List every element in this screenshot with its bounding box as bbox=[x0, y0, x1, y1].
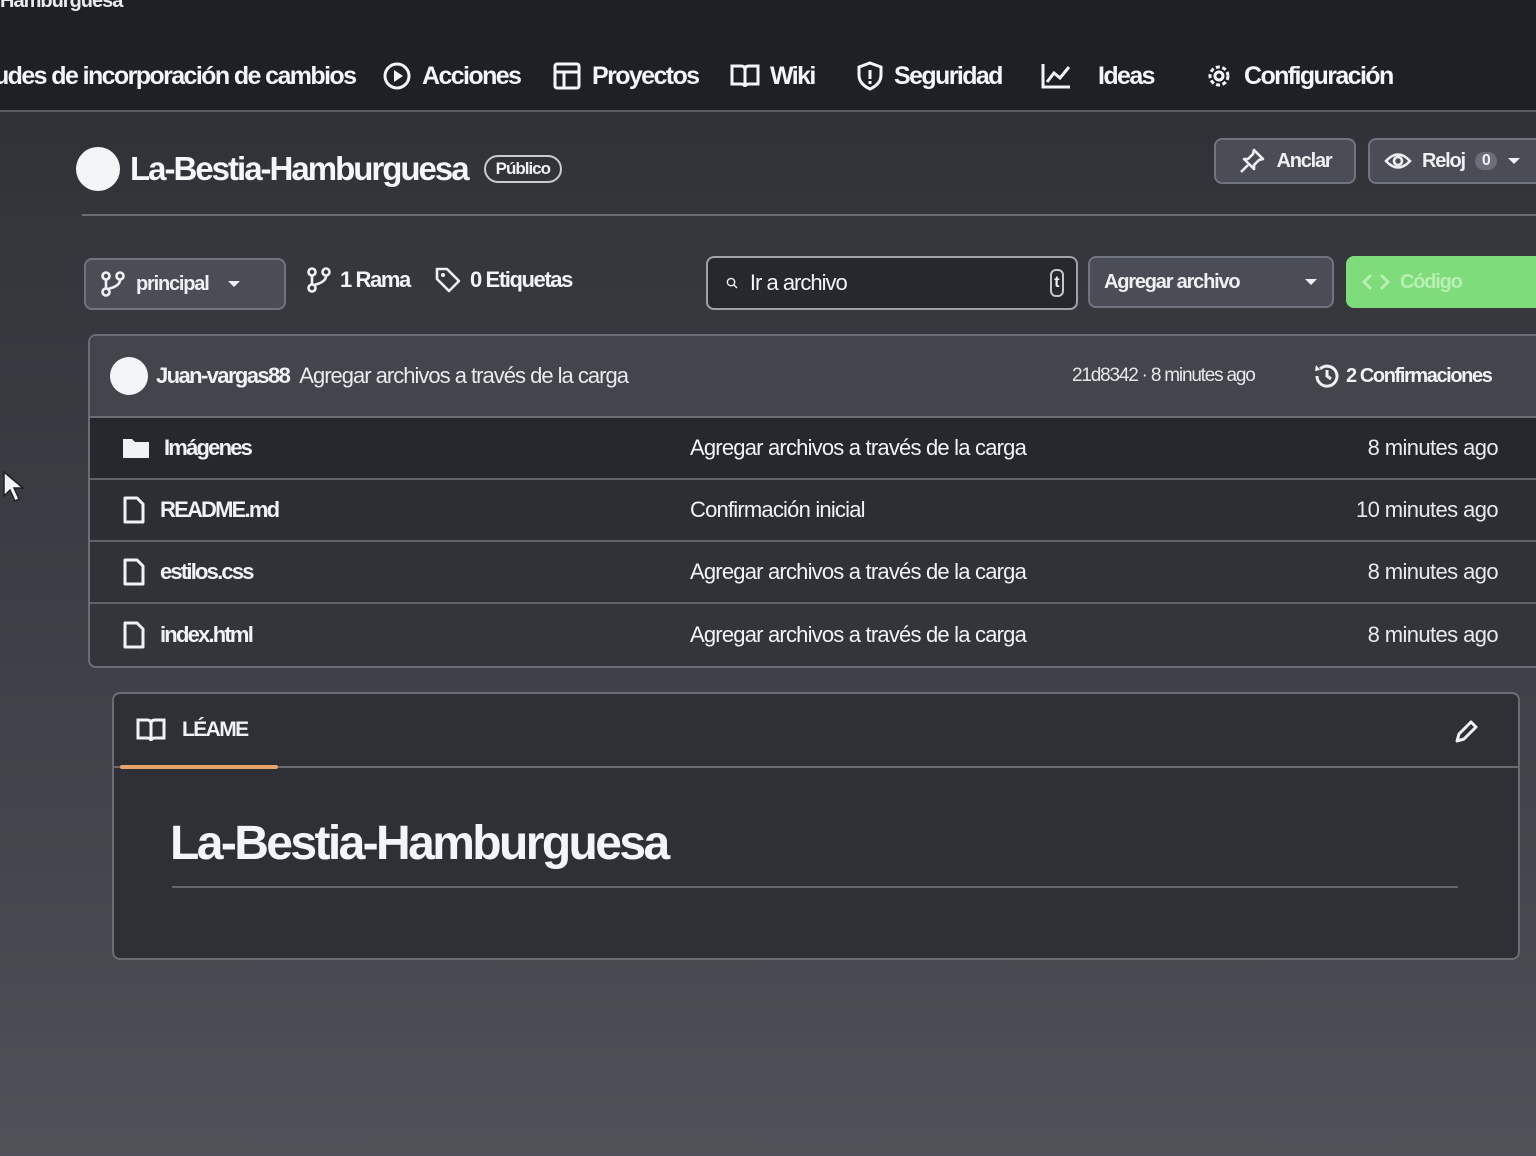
commit-author[interactable]: Juan-vargas88 bbox=[156, 363, 291, 389]
file-name-cell: estilos.css bbox=[122, 558, 255, 586]
readme-header: LÉAME bbox=[114, 694, 1518, 769]
chevron-down-icon bbox=[1507, 158, 1520, 164]
file-icon bbox=[123, 558, 145, 586]
watch-counter: 0 bbox=[1474, 152, 1497, 170]
commit-sha-time[interactable]: 21d8342 · 8 minutes ago bbox=[1072, 365, 1256, 387]
tab-insights[interactable]: Ideas bbox=[1040, 56, 1156, 96]
pin-label: Anclar bbox=[1276, 149, 1332, 172]
search-input[interactable] bbox=[749, 270, 1038, 296]
tab-pull-requests[interactable]: udes de incorporación de cambios bbox=[0, 56, 357, 96]
file-row[interactable]: index.html Agregar archivos a través de … bbox=[90, 604, 1536, 666]
commits-link[interactable]: 2 Confirmaciones bbox=[1312, 361, 1493, 391]
file-age: 10 minutes ago bbox=[1355, 497, 1499, 522]
repo-header-bar: Hamburguesa udes de incorporación de cam… bbox=[0, 0, 1536, 112]
branch-icon bbox=[101, 271, 125, 297]
file-age: 8 minutes ago bbox=[1367, 559, 1499, 584]
file-age: 8 minutes ago bbox=[1367, 435, 1499, 460]
commits-count: 2 Confirmaciones bbox=[1346, 364, 1493, 387]
commit-message[interactable]: Agregar archivos a través de la carga bbox=[299, 363, 629, 389]
branches-count: 1 Rama bbox=[340, 267, 411, 292]
file-name[interactable]: estilos.css bbox=[160, 559, 255, 585]
chevron-down-icon bbox=[1305, 279, 1317, 285]
tab-label: Ideas bbox=[1098, 61, 1156, 90]
file-list: Juan-vargas88 Agregar archivos a través … bbox=[88, 334, 1536, 668]
tab-settings[interactable]: Configuración bbox=[1204, 56, 1394, 96]
repo-name[interactable]: La-Bestia-Hamburguesa bbox=[130, 150, 470, 188]
tab-label: Wiki bbox=[770, 61, 816, 90]
code-label: Código bbox=[1400, 270, 1463, 293]
history-icon bbox=[1315, 364, 1339, 388]
file-name[interactable]: Imágenes bbox=[164, 435, 253, 461]
shortcut-key-hint: t bbox=[1049, 269, 1064, 297]
search-icon bbox=[726, 277, 738, 289]
readme-tab[interactable]: LÉAME bbox=[136, 717, 249, 743]
tab-wiki[interactable]: Wiki bbox=[730, 56, 816, 96]
book-icon bbox=[730, 64, 760, 88]
active-tab-indicator bbox=[120, 765, 278, 769]
play-circle-icon bbox=[383, 62, 411, 90]
code-icon bbox=[1362, 273, 1390, 291]
file-row[interactable]: estilos.css Agregar archivos a través de… bbox=[90, 542, 1536, 604]
tags-count: 0 Etiquetas bbox=[470, 267, 573, 292]
file-name-cell: Imágenes bbox=[122, 435, 253, 461]
file-commit-message[interactable]: Agregar archivos a través de la carga bbox=[690, 435, 1027, 461]
graph-icon bbox=[1041, 64, 1071, 89]
go-to-file-search[interactable]: t bbox=[706, 256, 1078, 310]
tab-label: Configuración bbox=[1244, 61, 1394, 90]
tab-projects[interactable]: Proyectos bbox=[552, 56, 700, 96]
window-title-fragment: Hamburguesa bbox=[0, 0, 123, 12]
tab-label: Proyectos bbox=[592, 61, 700, 90]
file-name[interactable]: README.md bbox=[160, 497, 280, 523]
tag-icon bbox=[435, 267, 461, 293]
branch-select-button[interactable]: principal bbox=[84, 258, 286, 310]
file-name-cell: index.html bbox=[122, 621, 254, 649]
eye-icon bbox=[1384, 153, 1412, 169]
chevron-down-icon bbox=[227, 281, 240, 287]
code-button[interactable]: Código bbox=[1346, 256, 1536, 308]
watch-button[interactable]: Reloj 0 bbox=[1368, 138, 1536, 184]
folder-icon bbox=[123, 439, 149, 458]
pin-icon bbox=[1240, 148, 1265, 173]
shield-icon bbox=[857, 61, 883, 91]
file-commit-message[interactable]: Agregar archivos a través de la carga bbox=[690, 559, 1027, 585]
tab-label: Acciones bbox=[422, 61, 522, 90]
repo-title-row: La-Bestia-Hamburguesa Público bbox=[76, 146, 563, 192]
file-icon bbox=[123, 496, 145, 524]
file-name[interactable]: index.html bbox=[160, 622, 254, 648]
file-icon bbox=[123, 621, 145, 649]
readme-heading-rule bbox=[172, 886, 1458, 888]
tab-label: udes de incorporación de cambios bbox=[0, 61, 357, 90]
readme-heading: La-Bestia-Hamburguesa bbox=[170, 817, 670, 870]
file-commit-message[interactable]: Confirmación inicial bbox=[690, 497, 866, 523]
pin-button[interactable]: Anclar bbox=[1214, 138, 1356, 184]
file-row[interactable]: README.md Confirmación inicial 10 minute… bbox=[90, 480, 1536, 542]
branch-icon bbox=[307, 267, 331, 293]
file-commit-message[interactable]: Agregar archivos a través de la carga bbox=[690, 622, 1027, 648]
header-divider bbox=[82, 214, 1536, 216]
table-icon bbox=[553, 62, 581, 90]
file-row[interactable]: Imágenes Agregar archivos a través de la… bbox=[90, 418, 1536, 480]
add-file-label: Agregar archivo bbox=[1104, 270, 1241, 293]
add-file-button[interactable]: Agregar archivo bbox=[1088, 256, 1334, 308]
branch-name: principal bbox=[136, 272, 210, 295]
pencil-icon[interactable] bbox=[1452, 718, 1480, 746]
screen: Hamburguesa udes de incorporación de cam… bbox=[0, 0, 1536, 1156]
file-age: 8 minutes ago bbox=[1367, 622, 1499, 647]
author-avatar[interactable] bbox=[110, 357, 148, 395]
tab-actions[interactable]: Acciones bbox=[382, 56, 522, 96]
branches-link[interactable]: 1 Rama bbox=[306, 266, 411, 294]
latest-commit-bar: Juan-vargas88 Agregar archivos a través … bbox=[90, 336, 1536, 418]
mouse-cursor-icon bbox=[3, 470, 26, 503]
readme-tab-label: LÉAME bbox=[182, 718, 249, 741]
readme-panel: LÉAME La-Bestia-Hamburguesa bbox=[112, 692, 1520, 960]
book-icon bbox=[136, 718, 166, 742]
watch-label: Reloj bbox=[1422, 149, 1466, 172]
owner-avatar[interactable] bbox=[76, 147, 120, 191]
visibility-badge: Público bbox=[483, 155, 563, 183]
tab-label: Seguridad bbox=[894, 61, 1003, 90]
tags-link[interactable]: 0 Etiquetas bbox=[434, 266, 573, 294]
gear-icon bbox=[1208, 65, 1230, 87]
file-name-cell: README.md bbox=[122, 496, 280, 524]
tab-security[interactable]: Seguridad bbox=[856, 56, 1003, 96]
